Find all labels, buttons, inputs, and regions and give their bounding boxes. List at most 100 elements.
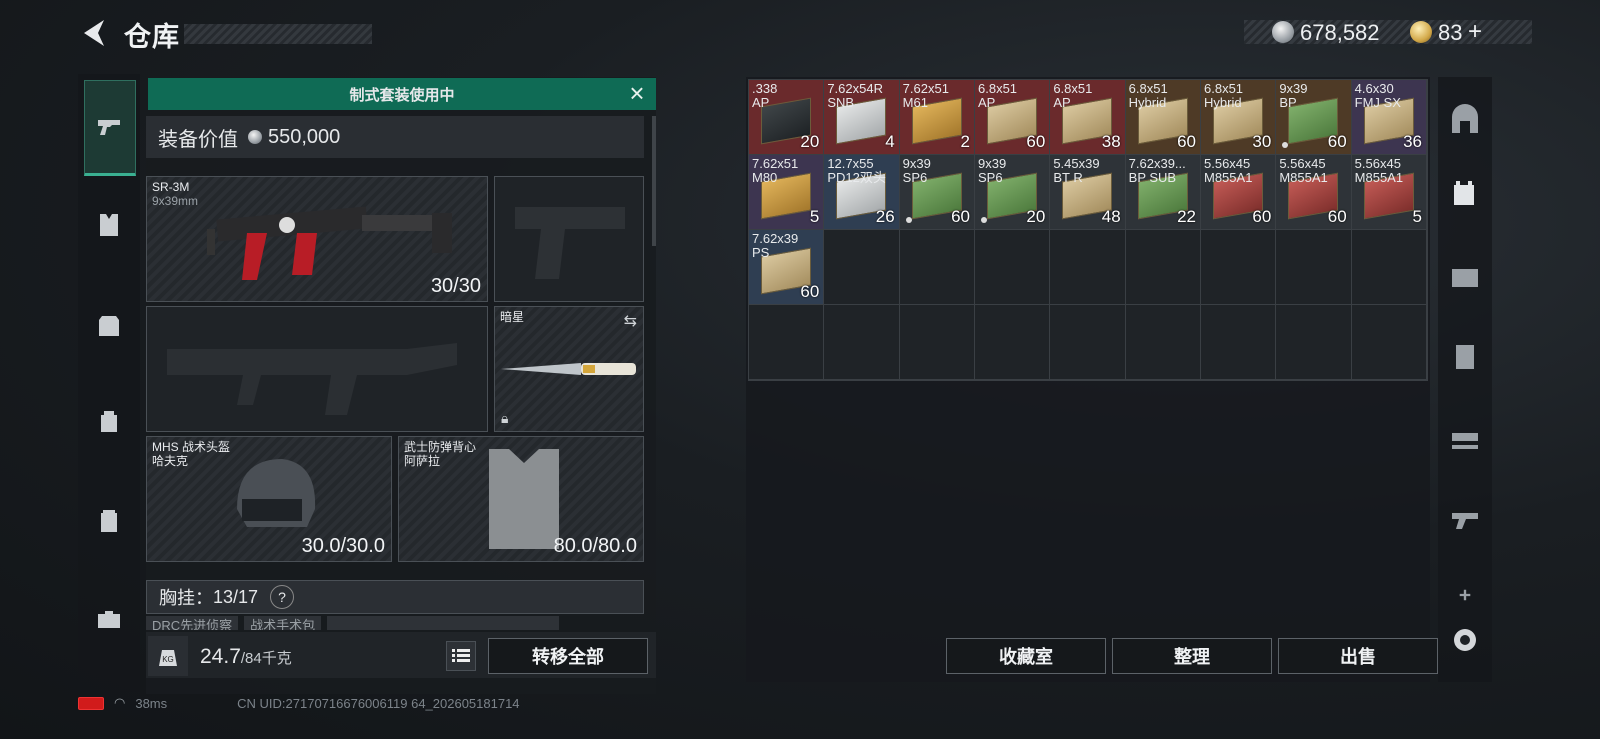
storage-icon[interactable] bbox=[1448, 177, 1482, 211]
weapon-rack-icon[interactable] bbox=[1448, 421, 1482, 455]
nav-weapon[interactable] bbox=[84, 80, 136, 176]
list-view-button[interactable] bbox=[446, 641, 476, 671]
item-name: 12.7x55 PD12双头 bbox=[827, 156, 886, 185]
inventory-item[interactable]: 7.62x39... BP SUB 22 bbox=[1125, 155, 1201, 230]
add-icon[interactable] bbox=[1448, 585, 1482, 605]
item-count: 20 bbox=[1026, 207, 1046, 226]
help-icon[interactable]: ? bbox=[270, 585, 295, 609]
empty-cell[interactable] bbox=[975, 230, 1051, 305]
item-name: 4.6x30 FMJ SX bbox=[1354, 81, 1401, 110]
empty-cell[interactable] bbox=[1276, 230, 1352, 305]
inventory-item[interactable]: 7.62x54R SNB 4 bbox=[824, 80, 900, 155]
empty-cell[interactable] bbox=[1351, 305, 1427, 380]
item-count: 60 bbox=[1327, 207, 1347, 226]
rifle-image bbox=[207, 206, 452, 280]
nav-chest-rig[interactable] bbox=[84, 200, 134, 250]
nav-backpack[interactable] bbox=[84, 396, 134, 446]
chest-rig-row[interactable]: 胸挂： 13/17 ? bbox=[146, 580, 644, 614]
inventory-item[interactable]: .338 AP 20 bbox=[749, 80, 825, 155]
inventory-item[interactable]: 6.8x51 AP 60 bbox=[975, 80, 1051, 155]
inventory-item[interactable]: 5.56x45 M855A1 60 bbox=[1201, 155, 1277, 230]
medkit-icon[interactable] bbox=[1448, 259, 1482, 293]
empty-cell[interactable] bbox=[1201, 305, 1277, 380]
sell-button[interactable]: 出售 bbox=[1278, 638, 1438, 674]
primary-weapon-slot[interactable]: SR-3M 9x39mm 30/30 bbox=[146, 176, 488, 302]
item-count: 60 bbox=[951, 207, 970, 226]
empty-cell[interactable] bbox=[1050, 305, 1126, 380]
item-name: 6.8x51 Hybrid bbox=[1128, 81, 1168, 110]
equipment-value: 装备价值 550,000 bbox=[146, 116, 644, 158]
empty-cell[interactable] bbox=[749, 305, 825, 380]
inventory-item[interactable]: 9x39 BP 60 bbox=[1276, 80, 1352, 155]
swap-icon[interactable]: ⇆ bbox=[624, 311, 637, 331]
item-name: 7.62x51 M80 bbox=[752, 156, 799, 185]
settings-gear-icon[interactable] bbox=[1448, 623, 1482, 657]
item-name: 5.56x45 M855A1 bbox=[1354, 156, 1404, 185]
nav-case[interactable] bbox=[84, 496, 134, 546]
item-count: 48 bbox=[1101, 207, 1121, 226]
empty-cell[interactable] bbox=[1050, 230, 1126, 305]
empty-cell[interactable] bbox=[824, 305, 900, 380]
empty-cell[interactable] bbox=[824, 230, 900, 305]
rig-item[interactable] bbox=[327, 616, 560, 630]
gun-icon[interactable] bbox=[1448, 501, 1482, 535]
item-name: 9x39 BP bbox=[1279, 81, 1308, 110]
inventory-item[interactable]: 6.8x51 Hybrid 60 bbox=[1125, 80, 1201, 155]
close-banner-button[interactable]: × bbox=[624, 80, 650, 106]
inventory-item[interactable]: 6.8x51 Hybrid 30 bbox=[1201, 80, 1277, 155]
transfer-all-button[interactable]: 转移全部 bbox=[488, 638, 648, 674]
rig-item[interactable]: DRC先进侦察 bbox=[146, 616, 239, 630]
nav-toolbox[interactable] bbox=[84, 594, 134, 644]
inventory-item[interactable]: 5.56x45 M855A1 5 bbox=[1351, 155, 1427, 230]
empty-cell[interactable] bbox=[899, 305, 975, 380]
item-count: 30 bbox=[1252, 132, 1272, 151]
add-currency-button[interactable]: + bbox=[1468, 18, 1482, 46]
inventory-item[interactable]: 4.6x30 FMJ SX 36 bbox=[1351, 80, 1427, 155]
organize-button[interactable]: 整理 bbox=[1112, 638, 1272, 674]
empty-cell[interactable] bbox=[1351, 230, 1427, 305]
empty-cell[interactable] bbox=[1125, 230, 1201, 305]
inventory-item[interactable]: 7.62x51 M61 2 bbox=[899, 80, 975, 155]
knife-image bbox=[501, 363, 636, 375]
armor-faction: 阿萨拉 bbox=[404, 454, 441, 468]
back-button[interactable] bbox=[78, 18, 106, 48]
inventory-item[interactable]: 9x39 SP6 60 bbox=[899, 155, 975, 230]
item-count: 60 bbox=[1327, 132, 1347, 151]
stash-icon[interactable] bbox=[1448, 103, 1482, 137]
toolbox-icon bbox=[98, 611, 120, 628]
item-count: 36 bbox=[1403, 132, 1422, 151]
inventory-item[interactable]: 9x39 SP6 20 bbox=[975, 155, 1051, 230]
rig-item[interactable]: 战术手术包 bbox=[244, 616, 322, 630]
collection-room-button[interactable]: 收藏室 bbox=[946, 638, 1106, 674]
empty-cell[interactable] bbox=[1125, 305, 1201, 380]
armor-slot[interactable]: 武士防弹背心 阿萨拉 80.0/80.0 bbox=[398, 436, 644, 562]
item-name: 7.62x39... BP SUB bbox=[1128, 156, 1186, 185]
wifi-icon: ◠ bbox=[114, 695, 126, 710]
backpack-armor-icon bbox=[99, 316, 119, 336]
armor-icon[interactable] bbox=[1448, 339, 1482, 373]
inventory-item[interactable]: 7.62x51 M80 5 bbox=[749, 155, 825, 230]
empty-cell[interactable] bbox=[1201, 230, 1277, 305]
right-nav bbox=[1438, 77, 1492, 682]
helmet-name: MHS 战术头盔 bbox=[152, 440, 231, 454]
item-count: 4 bbox=[885, 132, 895, 151]
helmet-slot[interactable]: MHS 战术头盔 哈夫克 30.0/30.0 bbox=[146, 436, 392, 562]
item-count: 5 bbox=[1412, 207, 1422, 226]
inventory-item[interactable]: 6.8x51 AP 38 bbox=[1050, 80, 1126, 155]
battery-icon bbox=[78, 696, 104, 710]
secondary-weapon-slot[interactable] bbox=[494, 176, 644, 302]
melee-slot[interactable]: 暗星 ⇆ 🔒︎ bbox=[494, 306, 644, 432]
empty-cell[interactable] bbox=[975, 305, 1051, 380]
scrollbar[interactable] bbox=[652, 116, 656, 246]
empty-cell[interactable] bbox=[899, 230, 975, 305]
inventory-item[interactable]: 5.45x39 BT R 48 bbox=[1050, 155, 1126, 230]
inventory-item[interactable]: 7.62x39 PS 60 bbox=[749, 230, 825, 305]
equipment-value-label: 装备价值 bbox=[158, 128, 238, 151]
inventory-item[interactable]: 5.56x45 M855A1 60 bbox=[1276, 155, 1352, 230]
armor-name: 武士防弹背心 bbox=[404, 440, 477, 454]
empty-cell[interactable] bbox=[1276, 305, 1352, 380]
nav-armor-bag[interactable] bbox=[84, 300, 134, 350]
inventory-item[interactable]: 12.7x55 PD12双头 26 bbox=[824, 155, 900, 230]
item-name: .338 AP bbox=[752, 81, 778, 110]
rifle-slot-empty[interactable] bbox=[146, 306, 488, 432]
